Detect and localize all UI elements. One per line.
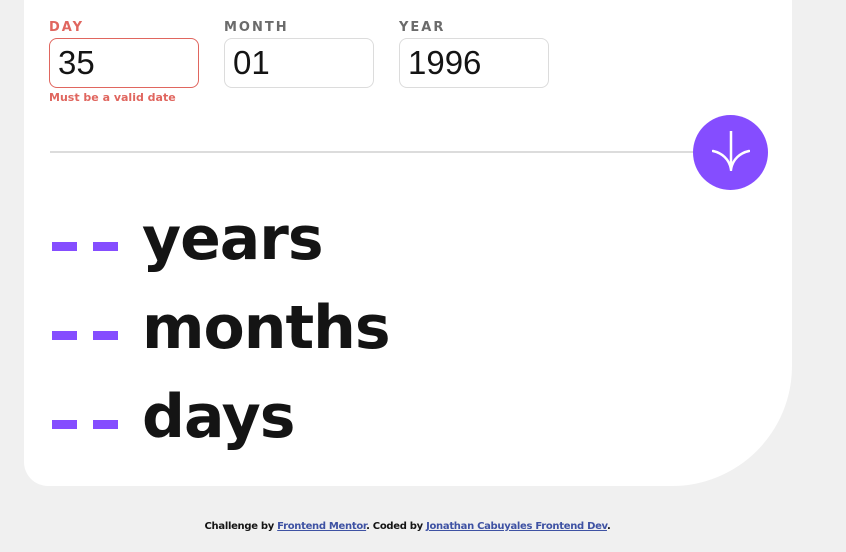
years-label: years bbox=[142, 204, 324, 274]
frontend-mentor-link[interactable]: Frontend Mentor bbox=[277, 521, 366, 532]
footer-suffix: . bbox=[606, 521, 611, 532]
day-error-message: Must be a valid date bbox=[49, 91, 176, 104]
years-value: - - bbox=[48, 211, 124, 271]
year-label: YEAR bbox=[399, 20, 446, 35]
year-input[interactable] bbox=[399, 38, 549, 88]
form-divider bbox=[50, 151, 750, 153]
days-value: - - bbox=[48, 389, 124, 449]
day-input[interactable] bbox=[49, 38, 199, 88]
author-link[interactable]: Jonathan Cabuyales Frontend Dev bbox=[426, 521, 607, 532]
days-label: days bbox=[142, 382, 295, 452]
day-label: DAY bbox=[49, 20, 85, 35]
months-value: - - bbox=[48, 300, 124, 360]
attribution-footer: Challenge by Frontend Mentor. Coded by J… bbox=[0, 521, 815, 532]
footer-middle: . Coded by bbox=[366, 521, 427, 532]
age-calculator-card: DAY Must be a valid date MONTH YEAR bbox=[24, 0, 792, 486]
footer-prefix: Challenge by bbox=[204, 521, 278, 532]
month-label: MONTH bbox=[224, 20, 289, 35]
months-label: months bbox=[142, 293, 391, 363]
month-input[interactable] bbox=[224, 38, 374, 88]
submit-button[interactable] bbox=[693, 115, 768, 190]
arrow-down-icon bbox=[712, 131, 750, 171]
